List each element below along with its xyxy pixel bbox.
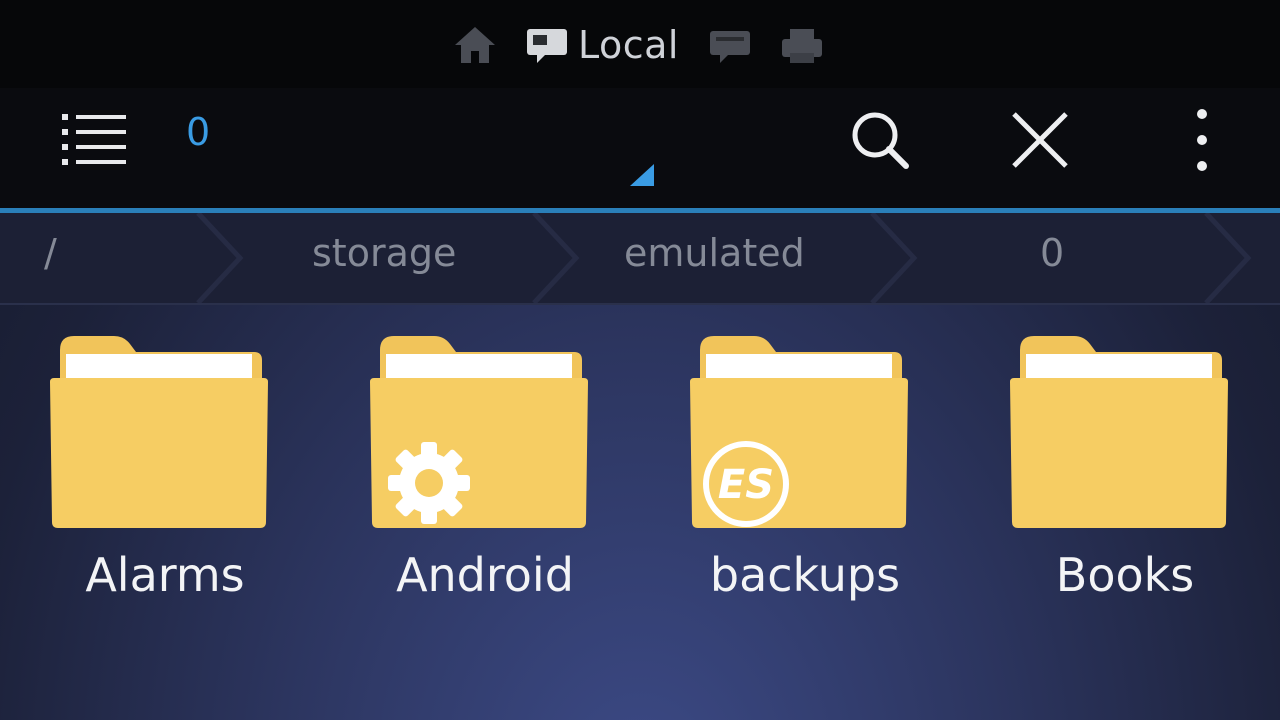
list-menu-icon [62, 114, 126, 165]
close-button[interactable] [1004, 104, 1076, 176]
more-options-button[interactable] [1176, 104, 1228, 176]
folder-item[interactable]: Alarms [50, 320, 280, 620]
current-directory[interactable]: 0 [186, 110, 210, 154]
folder-icon [1010, 336, 1228, 528]
printer-icon[interactable] [777, 20, 827, 70]
home-icon[interactable] [450, 20, 500, 70]
chevron-right-icon [870, 213, 918, 303]
chevron-right-icon [196, 213, 244, 303]
folder-icon [50, 336, 268, 528]
folder-item[interactable]: Android [370, 320, 600, 620]
chevron-right-icon [1204, 213, 1252, 303]
menu-button[interactable] [58, 106, 130, 170]
folder-name: backups [709, 548, 901, 602]
file-grid: Alarms Android ES backups Books [0, 320, 1280, 620]
breadcrumb: / storage emulated 0 [0, 213, 1280, 305]
es-logo-icon: ES [703, 441, 789, 527]
dropdown-indicator-icon[interactable] [630, 164, 654, 186]
search-icon [852, 112, 909, 169]
breadcrumb-emulated[interactable]: emulated [624, 231, 805, 275]
close-icon [1012, 112, 1068, 168]
folder-name: Books [1055, 548, 1195, 602]
search-button[interactable] [844, 104, 916, 176]
folder-item[interactable]: ES backups [690, 320, 920, 620]
folder-name: Android [396, 548, 574, 602]
breadcrumb-current[interactable]: 0 [1040, 231, 1064, 275]
tab-local-label[interactable]: Local [578, 23, 679, 67]
network-icon[interactable] [705, 20, 755, 70]
breadcrumb-storage[interactable]: storage [312, 231, 456, 275]
more-vert-icon [1197, 109, 1207, 171]
local-storage-icon[interactable] [522, 20, 572, 70]
breadcrumb-root[interactable]: / [44, 231, 57, 275]
svg-text:ES: ES [718, 462, 774, 508]
window-tab-strip: Local [0, 0, 1280, 88]
gear-icon [388, 442, 470, 524]
folder-item[interactable]: Books [1010, 320, 1240, 620]
folder-name: Alarms [85, 548, 245, 602]
toolbar: 0 [0, 88, 1280, 208]
chevron-right-icon [532, 213, 580, 303]
